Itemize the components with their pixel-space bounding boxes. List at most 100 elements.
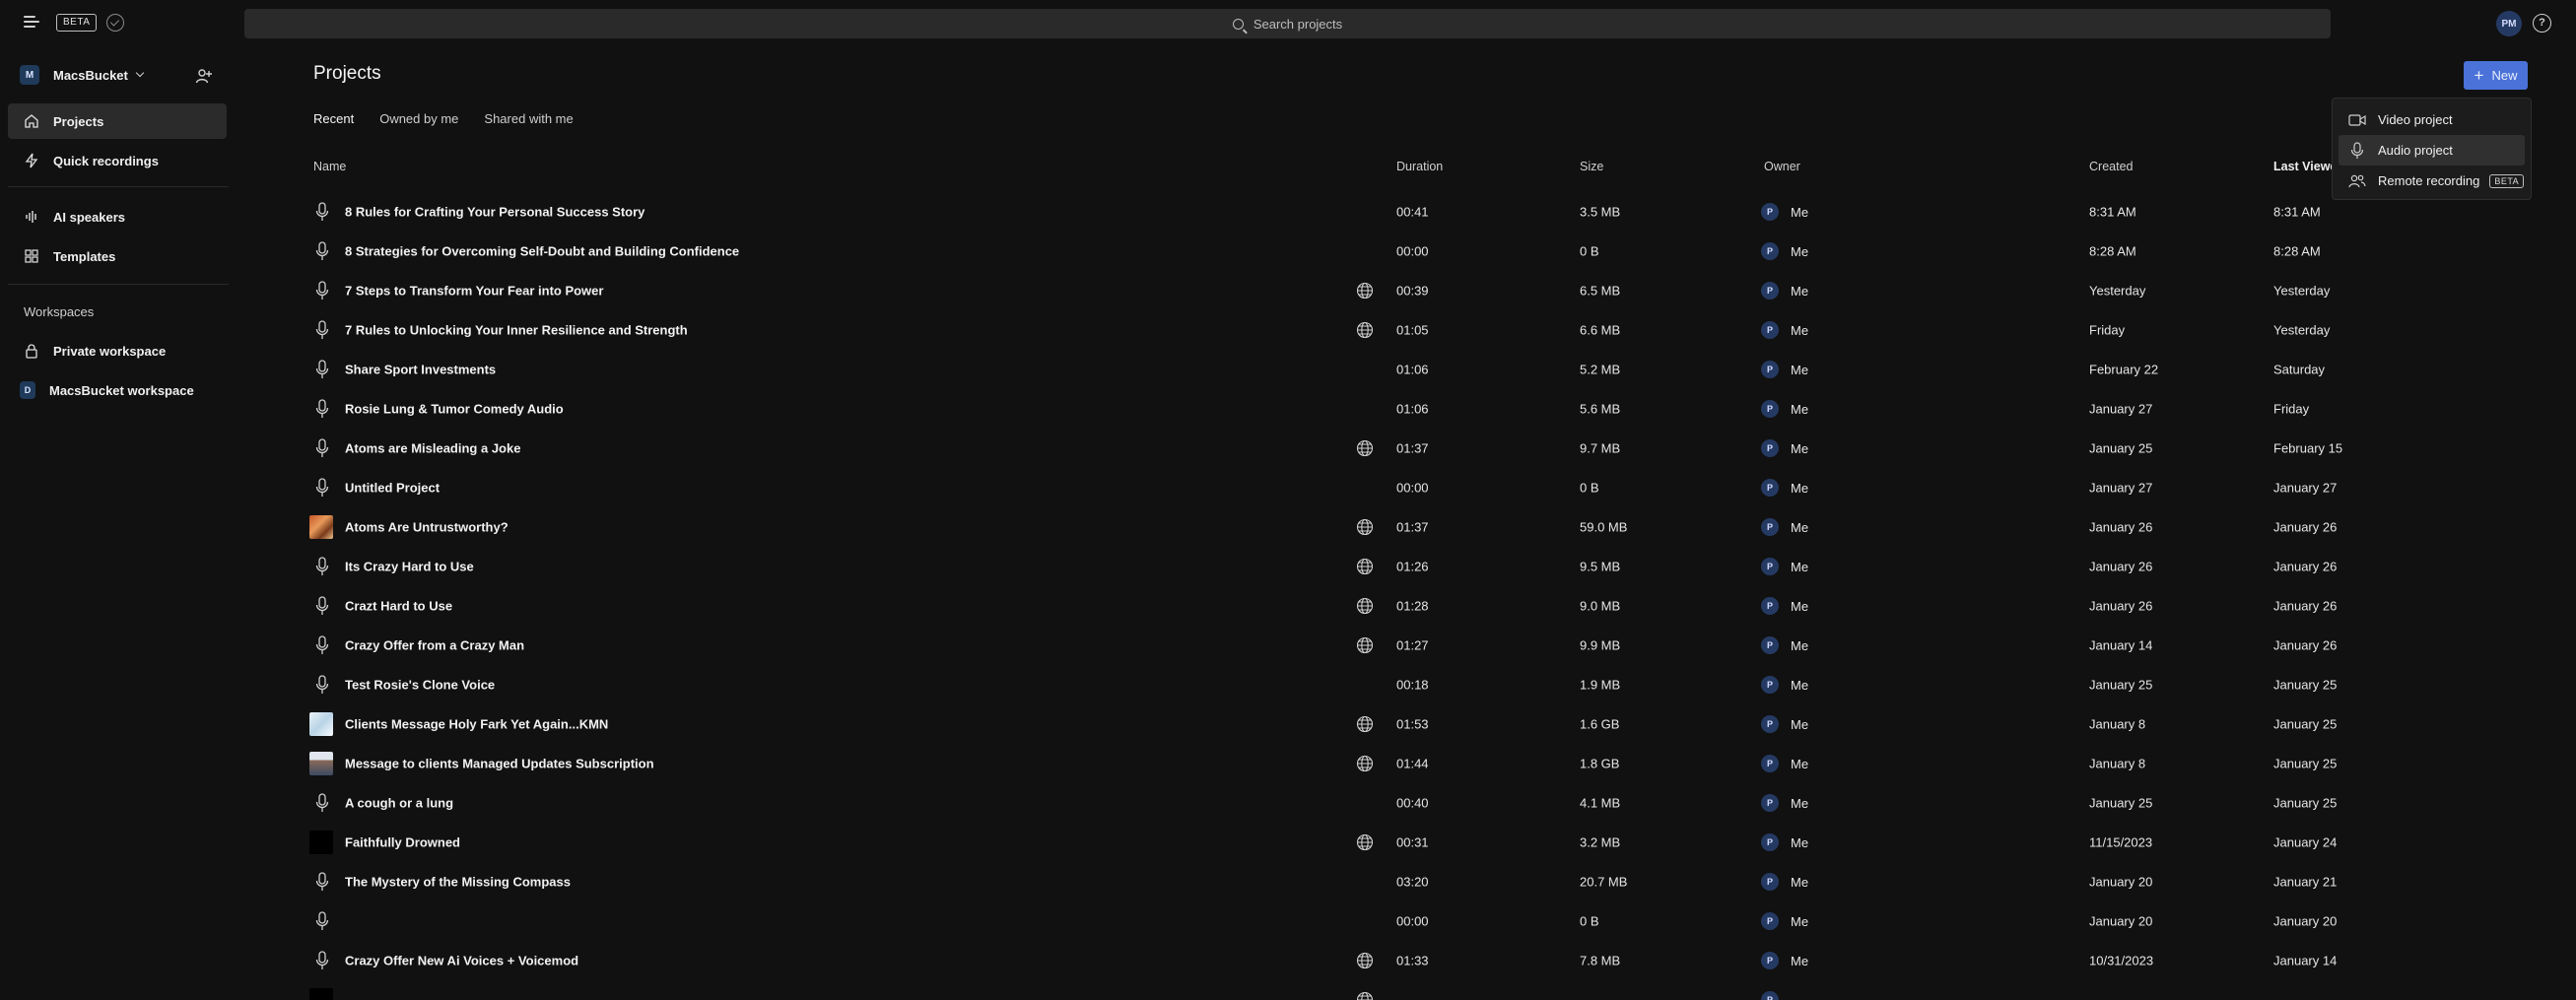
project-owner: P Me <box>1761 242 1808 260</box>
column-header-name[interactable]: Name <box>313 160 346 173</box>
owner-label: Me <box>1791 677 1809 693</box>
workspace-switcher[interactable]: M MacsBucket <box>20 63 145 87</box>
table-row[interactable]: Clients Message Holy Fark Yet Again...KM… <box>305 704 2576 744</box>
column-header-duration[interactable]: Duration <box>1396 160 1443 173</box>
table-row[interactable]: A cough or a lung 00:40 4.1 MB P Me January 2… <box>305 783 2576 823</box>
table-row[interactable]: Atoms are Misleading a Joke 01:37 9.7 MB P M… <box>305 429 2576 468</box>
owner-avatar: P <box>1761 558 1779 575</box>
search-input[interactable]: Search projects <box>244 9 2331 38</box>
sidebar-item-templates[interactable]: Templates <box>8 238 227 274</box>
sidebar-item-label: Projects <box>53 113 104 129</box>
column-header-last-viewed[interactable]: Last Viewe <box>2273 160 2337 173</box>
owner-label: Me <box>1791 283 1809 299</box>
table-row[interactable]: Share Sport Investments 01:06 5.2 MB P Me Feb… <box>305 350 2576 389</box>
sidebar-item-ai-speakers[interactable]: AI speakers <box>8 199 227 234</box>
project-last-viewed: January 25 <box>2273 756 2338 771</box>
table-row[interactable]: Its Crazy Hard to Use 01:26 9.5 MB P Me Janua… <box>305 547 2576 586</box>
project-name: Message to clients Managed Updates Subsc… <box>345 756 654 771</box>
table-row[interactable]: 8 Rules for Crafting Your Personal Succe… <box>305 192 2576 232</box>
owner-avatar: P <box>1761 873 1779 891</box>
sidebar-toggle-icon[interactable] <box>24 14 39 30</box>
projects-table: 8 Rules for Crafting Your Personal Succe… <box>305 192 2576 1000</box>
microphone-icon <box>315 438 329 458</box>
project-last-viewed: January 14 <box>2273 953 2338 968</box>
column-header-size[interactable]: Size <box>1580 160 1603 173</box>
project-size: 59.0 MB <box>1580 519 1628 535</box>
help-icon[interactable]: ? <box>2533 14 2551 33</box>
table-row[interactable]: Atoms Are Untrustworthy? 01:37 59.0 MB P Me J… <box>305 507 2576 547</box>
project-duration: 00:00 <box>1396 913 1429 929</box>
owner-label: Me <box>1791 440 1809 456</box>
project-owner: P Me <box>1761 321 1808 339</box>
project-name: Untitled Project <box>345 480 441 496</box>
project-size: 0 B <box>1580 913 1599 929</box>
project-owner: P Me <box>1761 715 1808 733</box>
table-row[interactable]: Faithfully Drowned 00:31 3.2 MB P Me 11/15/20… <box>305 823 2576 862</box>
column-header-owner[interactable]: Owner <box>1764 160 1800 173</box>
project-size: 9.7 MB <box>1580 440 1621 456</box>
project-owner: P Me <box>1761 794 1808 812</box>
tab-shared-with-me[interactable]: Shared with me <box>484 111 573 131</box>
table-row[interactable]: Test Rosie's Clone Voice 00:18 1.9 MB P Me Ja… <box>305 665 2576 704</box>
new-button[interactable]: + New <box>2464 61 2528 90</box>
workspaces-heading: Workspaces <box>24 304 95 319</box>
project-name: Crazy Offer New Ai Voices + Voicemod <box>345 953 579 968</box>
project-thumbnail <box>309 988 333 1000</box>
waveform-icon <box>24 209 39 225</box>
check-circle-icon[interactable] <box>106 14 124 32</box>
lock-icon <box>24 343 39 359</box>
workspace-avatar: M <box>20 65 39 85</box>
project-owner: P Me <box>1761 439 1808 457</box>
project-name: 7 Rules to Unlocking Your Inner Resilien… <box>345 322 688 338</box>
globe-icon <box>1356 558 1374 575</box>
table-row[interactable]: Crazt Hard to Use 01:28 9.0 MB P Me January 2… <box>305 586 2576 626</box>
table-row[interactable]: 7 Steps to Transform Your Fear into Powe… <box>305 271 2576 310</box>
owner-avatar: P <box>1761 833 1779 851</box>
project-duration: 00:31 <box>1396 834 1429 850</box>
project-last-viewed: January 26 <box>2273 519 2338 535</box>
table-row[interactable]: Untitled Project 00:00 0 B P Me January 27 Jan… <box>305 468 2576 507</box>
owner-label: Me <box>1791 913 1809 929</box>
sidebar-item-quick-recordings[interactable]: Quick recordings <box>8 143 227 178</box>
menu-item-video-project[interactable]: Video project <box>2339 104 2525 135</box>
project-created: January 25 <box>2089 795 2153 811</box>
project-duration: 03:20 <box>1396 874 1429 890</box>
table-row[interactable]: Crazy Offer New Ai Voices + Voicemod 01:3… <box>305 941 2576 980</box>
globe-icon <box>1356 321 1374 339</box>
table-row[interactable]: Message to clients Managed Updates Subsc… <box>305 744 2576 783</box>
project-last-viewed: 8:28 AM <box>2273 243 2321 259</box>
table-row[interactable]: P <box>305 980 2576 1000</box>
table-row[interactable]: Crazy Offer from a Crazy Man 01:27 9.9 MB P… <box>305 626 2576 665</box>
project-created: January 25 <box>2089 440 2153 456</box>
sidebar-item-macsbucket-workspace[interactable]: D MacsBucket workspace <box>8 372 227 408</box>
project-owner: P Me <box>1761 361 1808 378</box>
lightning-icon <box>24 153 39 168</box>
microphone-icon <box>315 793 329 813</box>
project-created: 8:28 AM <box>2089 243 2136 259</box>
project-owner: P Me <box>1761 912 1808 930</box>
project-duration: 01:33 <box>1396 953 1429 968</box>
user-avatar[interactable]: PM <box>2496 11 2522 36</box>
owner-label: Me <box>1791 480 1809 496</box>
project-thumbnail <box>309 515 333 539</box>
owner-avatar: P <box>1761 321 1779 339</box>
menu-item-remote-recording[interactable]: Remote recording BETA <box>2339 166 2525 196</box>
table-row[interactable]: 7 Rules to Unlocking Your Inner Resilien… <box>305 310 2576 350</box>
project-owner: P Me <box>1761 755 1808 772</box>
table-row[interactable]: The Mystery of the Missing Compass 03:20 2… <box>305 862 2576 901</box>
sidebar-item-projects[interactable]: Projects <box>8 103 227 139</box>
table-row[interactable]: Rosie Lung & Tumor Comedy Audio 01:06 5.6 … <box>305 389 2576 429</box>
add-user-icon[interactable] <box>195 67 213 85</box>
project-size: 4.1 MB <box>1580 795 1621 811</box>
menu-item-audio-project[interactable]: Audio project <box>2339 135 2525 166</box>
tab-recent[interactable]: Recent <box>313 111 354 131</box>
table-row[interactable]: 00:00 0 B P Me January 20 January 20 <box>305 901 2576 941</box>
project-created: Yesterday <box>2089 283 2146 299</box>
tab-owned-by-me[interactable]: Owned by me <box>379 111 458 131</box>
project-created: January 27 <box>2089 480 2153 496</box>
microphone-icon <box>315 675 329 695</box>
sidebar-item-private-workspace[interactable]: Private workspace <box>8 333 227 368</box>
project-size: 1.9 MB <box>1580 677 1621 693</box>
table-row[interactable]: 8 Strategies for Overcoming Self-Doubt a… <box>305 232 2576 271</box>
column-header-created[interactable]: Created <box>2089 160 2133 173</box>
